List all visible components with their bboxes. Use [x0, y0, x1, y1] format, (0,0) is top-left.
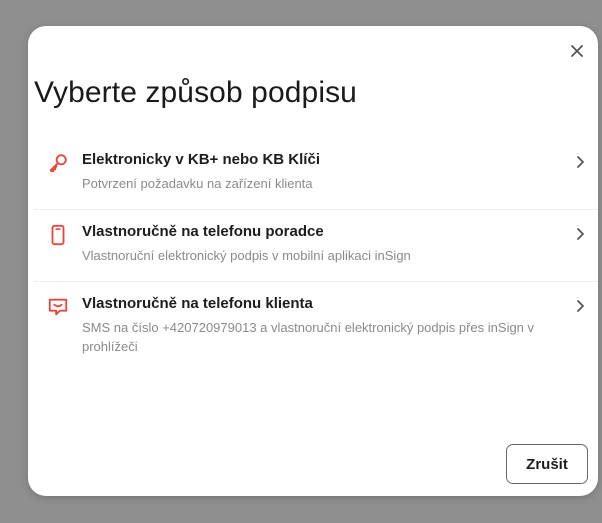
- sms-icon: [34, 294, 82, 318]
- option-texts: Vlastnoručně na telefonu poradce Vlastno…: [82, 222, 598, 265]
- dialog-title: Vyberte způsob podpisu: [34, 76, 357, 109]
- phone-icon: [34, 222, 82, 246]
- option-description: Potvrzení požadavku na zařízení klienta: [82, 176, 313, 191]
- chevron-right-icon: [572, 154, 588, 170]
- chevron-right-icon: [572, 298, 588, 314]
- option-label: Vlastnoručně na telefonu poradce: [82, 223, 324, 240]
- chevron-right-icon: [572, 226, 588, 242]
- option-label: Elektronicky v KB+ nebo KB Klíči: [82, 151, 320, 168]
- option-description: Vlastnoruční elektronický podpis v mobil…: [82, 248, 411, 263]
- close-button[interactable]: [564, 38, 590, 64]
- option-electronic-kb[interactable]: Elektronicky v KB+ nebo KB Klíči Potvrze…: [34, 138, 598, 209]
- option-description: SMS na číslo +420720979013 a vlastnoručn…: [82, 320, 535, 354]
- option-advisor-phone[interactable]: Vlastnoručně na telefonu poradce Vlastno…: [34, 209, 598, 281]
- cancel-button[interactable]: Zrušit: [506, 444, 588, 484]
- option-label: Vlastnoručně na telefonu klienta: [82, 295, 313, 312]
- close-icon: [571, 45, 583, 57]
- key-icon: [34, 150, 82, 174]
- signature-method-dialog: Vyberte způsob podpisu Elektronicky v KB…: [28, 26, 598, 496]
- signature-options-list: Elektronicky v KB+ nebo KB Klíči Potvrze…: [34, 138, 598, 372]
- option-texts: Elektronicky v KB+ nebo KB Klíči Potvrze…: [82, 150, 598, 193]
- option-client-phone[interactable]: Vlastnoručně na telefonu klienta SMS na …: [34, 281, 598, 372]
- option-texts: Vlastnoručně na telefonu klienta SMS na …: [82, 294, 598, 356]
